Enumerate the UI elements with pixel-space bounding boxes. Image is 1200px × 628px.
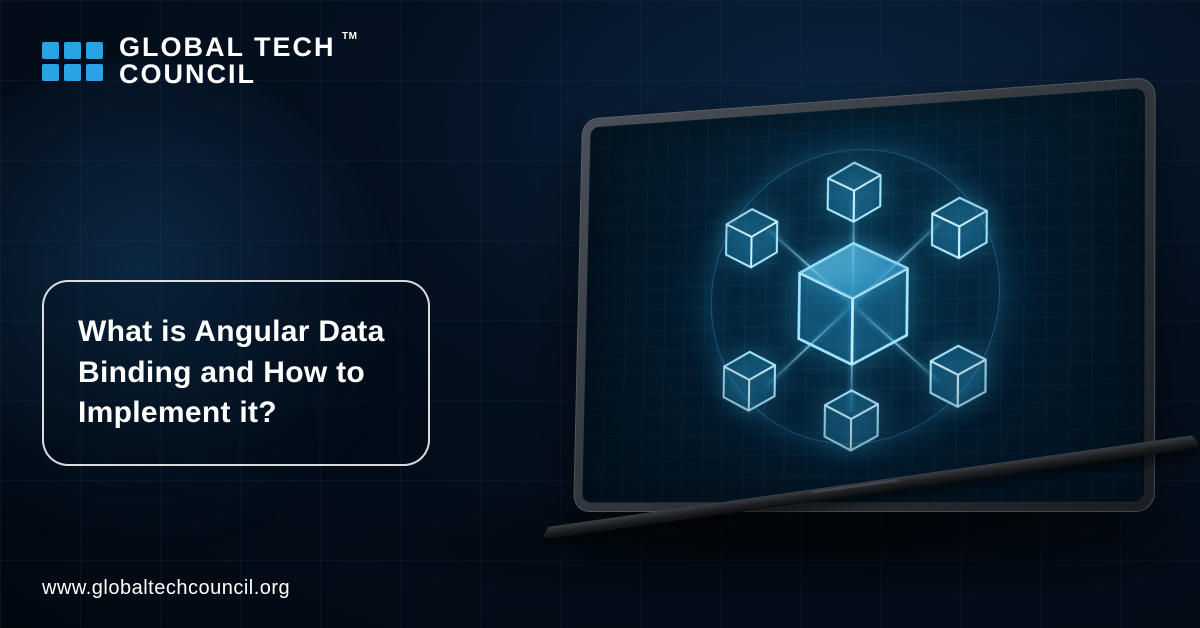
cube-network-icon: [582, 88, 1145, 503]
cube-icon: [715, 345, 783, 417]
cube-icon: [819, 155, 889, 229]
headline-text: What is Angular Data Binding and How to …: [78, 312, 398, 434]
brand-trademark: TM: [342, 32, 357, 42]
brand-line-2: COUNCIL: [119, 61, 336, 88]
laptop-screen: [582, 88, 1145, 503]
cube-icon: [718, 202, 786, 275]
laptop-illustration: [488, 92, 1188, 592]
logo-squares-icon: [42, 42, 103, 81]
halo-ring-icon: [708, 140, 1001, 446]
footer-url: www.globaltechcouncil.org: [42, 577, 290, 600]
laptop-screen-bezel: [573, 77, 1155, 512]
cube-icon: [923, 190, 995, 265]
brand-logo: GLOBAL TECH COUNCIL TM: [42, 34, 336, 88]
cube-icon: [816, 384, 887, 457]
cube-icon: [785, 232, 922, 375]
headline-card: What is Angular Data Binding and How to …: [42, 280, 430, 466]
cube-icon: [922, 339, 995, 413]
brand-text: GLOBAL TECH COUNCIL TM: [119, 34, 336, 88]
brand-line-1: GLOBAL TECH: [119, 34, 336, 61]
